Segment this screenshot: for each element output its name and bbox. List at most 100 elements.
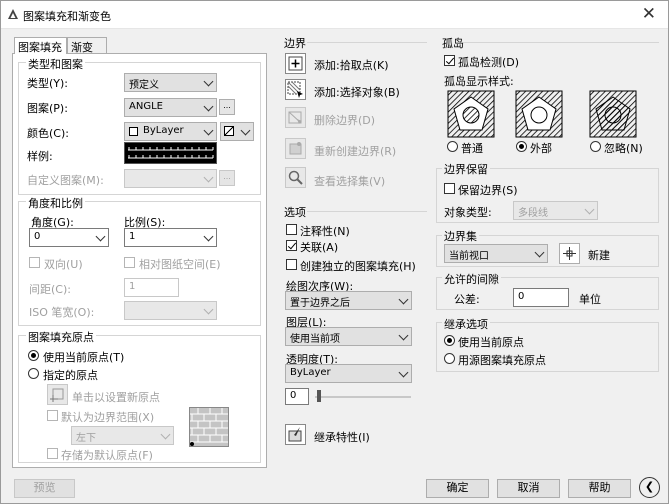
inherit-current-origin-radio[interactable] [444, 335, 455, 346]
island-normal-radio[interactable] [447, 141, 458, 152]
remove-boundary-button[interactable] [285, 107, 306, 128]
draw-order-dropdown[interactable]: 置于边界之后 [285, 291, 412, 310]
chevron-down-icon [398, 294, 409, 305]
transparency-slider-track[interactable] [315, 396, 411, 398]
angle-dropdown[interactable]: 0 [29, 228, 109, 247]
chevron-down-icon [398, 367, 409, 378]
separate-hatches-checkbox[interactable] [286, 259, 297, 270]
spacing-input[interactable]: 1 [124, 278, 179, 297]
double-checkbox[interactable] [29, 257, 40, 268]
swatch-label: 样例: [27, 150, 53, 163]
app-icon [8, 9, 18, 19]
associative-checkbox[interactable] [286, 240, 297, 251]
draw-order-value: 置于边界之后 [290, 298, 350, 309]
layer-dropdown[interactable]: 使用当前项 [285, 327, 412, 346]
no-fill-icon [224, 126, 234, 136]
island-outer-label: 外部 [530, 142, 552, 155]
type-value: 预定义 [129, 80, 159, 91]
boundary-set-value: 当前视口 [449, 251, 489, 262]
islands-divider [463, 42, 659, 43]
select-objects-icon [287, 81, 303, 98]
custom-pattern-browse-button[interactable]: ... [219, 170, 235, 186]
type-pattern-title: 类型和图案 [26, 56, 85, 72]
store-default-checkbox[interactable] [47, 448, 58, 459]
iso-pen-label: ISO 笔宽(O): [29, 306, 95, 319]
store-default-label: 存储为默认原点(F) [61, 449, 153, 462]
island-outer-icon [515, 90, 563, 138]
remove-boundary-label: 删除边界(D) [314, 114, 376, 127]
collapse-chevron-icon[interactable]: ❮ [639, 477, 660, 498]
use-current-origin-radio[interactable] [28, 350, 39, 361]
tab-hatch[interactable]: 图案填充 [14, 37, 67, 54]
pattern-label: 图案(P): [27, 102, 68, 115]
crosshair-icon [50, 388, 64, 402]
island-normal-preview [447, 90, 495, 138]
island-outer-radio[interactable] [516, 141, 527, 152]
iso-pen-dropdown[interactable] [124, 301, 217, 320]
title-bar: 图案填充和渐变色 ✕ [1, 1, 668, 29]
boundary-set-title: 边界集 [442, 228, 479, 244]
recreate-boundary-button[interactable] [285, 138, 306, 159]
transparency-value: ByLayer [290, 367, 331, 378]
specified-origin-radio[interactable] [28, 368, 39, 379]
scale-dropdown[interactable]: 1 [124, 228, 217, 247]
default-extent-label: 默认为边界范围(X) [61, 411, 155, 424]
transparency-input[interactable]: 0 [285, 388, 309, 405]
default-extent-checkbox[interactable] [47, 410, 58, 421]
relative-paper-checkbox[interactable] [124, 257, 135, 268]
island-ignore-preview [589, 90, 637, 138]
inherit-source-origin-label: 用源图案填充原点 [458, 354, 546, 367]
recreate-boundary-label: 重新创建边界(R) [314, 145, 397, 158]
select-objects-button[interactable] [285, 79, 306, 100]
ok-button[interactable]: 确定 [426, 479, 489, 498]
remove-boundary-icon [288, 111, 302, 124]
island-detection-checkbox[interactable] [444, 55, 455, 66]
island-ignore-radio[interactable] [590, 141, 601, 152]
pattern-dropdown[interactable]: ANGLE [124, 98, 217, 117]
preview-button[interactable]: 预览 [14, 479, 75, 498]
pattern-swatch[interactable] [124, 142, 217, 164]
inherit-properties-label: 继承特性(I) [314, 431, 370, 444]
pattern-browse-button[interactable]: ... [219, 99, 235, 115]
origin-title: 图案填充原点 [26, 329, 96, 345]
pick-point-icon [288, 56, 303, 71]
transparency-slider-thumb[interactable] [317, 390, 321, 402]
tab-gradient[interactable]: 渐变色 [67, 37, 107, 70]
spacing-label: 间距(C): [29, 283, 71, 296]
set-origin-label: 单击以设置新原点 [72, 391, 160, 404]
close-icon[interactable]: ✕ [642, 4, 656, 24]
transparency-dropdown[interactable]: ByLayer [285, 364, 412, 383]
extent-position-value: 左下 [76, 433, 96, 444]
type-dropdown[interactable]: 预定义 [124, 73, 217, 92]
cancel-button[interactable]: 取消 [497, 479, 560, 498]
extent-position-dropdown[interactable]: 左下 [71, 426, 174, 445]
annotative-label: 注释性(N) [300, 225, 350, 238]
inherit-source-origin-radio[interactable] [444, 353, 455, 364]
chevron-down-icon [203, 101, 214, 112]
inherit-options-title: 继承选项 [442, 316, 490, 332]
help-button[interactable]: 帮助 [568, 479, 631, 498]
object-type-dropdown[interactable]: 多段线 [513, 201, 598, 220]
set-origin-button[interactable] [47, 384, 68, 405]
options-divider [307, 211, 427, 212]
double-label: 双向(U) [44, 258, 83, 271]
annotative-checkbox[interactable] [286, 224, 297, 235]
new-boundary-set-button[interactable] [559, 243, 580, 264]
pick-points-button[interactable] [285, 53, 306, 74]
associative-label: 关联(A) [300, 241, 339, 254]
tolerance-input[interactable]: 0 [513, 288, 569, 307]
color-dropdown[interactable]: ByLayer [124, 122, 217, 141]
custom-pattern-dropdown[interactable] [124, 169, 217, 188]
retain-boundaries-checkbox[interactable] [444, 183, 455, 194]
chevron-down-icon [203, 172, 214, 183]
island-detection-label: 孤岛检测(D) [458, 56, 520, 69]
chevron-down-icon [203, 231, 214, 242]
boundary-divider [307, 42, 427, 43]
chevron-down-icon [203, 125, 214, 136]
chevron-down-icon [203, 76, 214, 87]
inherit-properties-button[interactable] [285, 424, 306, 445]
background-color-dropdown[interactable] [220, 122, 254, 141]
chevron-down-icon [398, 330, 409, 341]
boundary-set-dropdown[interactable]: 当前视口 [444, 244, 548, 263]
view-selections-button[interactable] [285, 167, 306, 188]
